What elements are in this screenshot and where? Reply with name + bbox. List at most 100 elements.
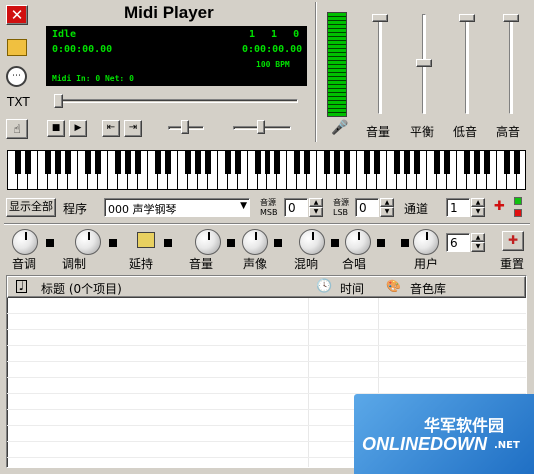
- table-row[interactable]: [7, 298, 526, 314]
- volume-knob[interactable]: [195, 229, 221, 255]
- channel-up-button[interactable]: ▲: [471, 198, 485, 207]
- user-up-button[interactable]: ▲: [471, 233, 485, 242]
- sustain-toggle[interactable]: [164, 239, 172, 247]
- user-value-input[interactable]: 6: [446, 233, 470, 252]
- column-header-bank[interactable]: 音色库: [410, 280, 446, 297]
- black-key[interactable]: [464, 151, 471, 174]
- black-key[interactable]: [24, 151, 31, 174]
- msb-down-button[interactable]: ▼: [309, 207, 323, 217]
- black-key[interactable]: [404, 151, 411, 174]
- txt-label[interactable]: TXT: [7, 95, 30, 109]
- black-key[interactable]: [44, 151, 51, 174]
- black-key[interactable]: [94, 151, 101, 174]
- green-indicator-icon[interactable]: [514, 197, 522, 205]
- user-toggle[interactable]: [401, 239, 409, 247]
- black-key[interactable]: [184, 151, 191, 174]
- black-key[interactable]: [234, 151, 241, 174]
- close-button[interactable]: ✕: [6, 5, 28, 25]
- pitch-knob[interactable]: [12, 229, 38, 255]
- midi-port-icon[interactable]: ⋯: [6, 66, 27, 87]
- user-down-button[interactable]: ▼: [471, 242, 485, 252]
- black-key[interactable]: [194, 151, 201, 174]
- vertical-divider: [315, 2, 317, 142]
- black-key[interactable]: [124, 151, 131, 174]
- bass-slider-thumb[interactable]: [459, 14, 475, 22]
- black-key[interactable]: [364, 151, 371, 174]
- black-key[interactable]: [484, 151, 491, 174]
- black-key[interactable]: [54, 151, 61, 174]
- next-button[interactable]: ⇥: [124, 120, 142, 137]
- user-knob[interactable]: [413, 229, 439, 255]
- lsb-up-button[interactable]: ▲: [380, 198, 394, 207]
- black-key[interactable]: [264, 151, 271, 174]
- table-row[interactable]: [7, 378, 526, 394]
- chevron-down-icon[interactable]: ▼: [240, 201, 247, 211]
- black-key[interactable]: [274, 151, 281, 174]
- black-key[interactable]: [444, 151, 451, 174]
- black-key[interactable]: [514, 151, 520, 174]
- black-key[interactable]: [294, 151, 301, 174]
- pitch-toggle[interactable]: [46, 239, 54, 247]
- black-key[interactable]: [374, 151, 381, 174]
- table-row[interactable]: [7, 346, 526, 362]
- pitch-slider-thumb[interactable]: [257, 120, 265, 134]
- table-row[interactable]: [7, 314, 526, 330]
- black-key[interactable]: [504, 151, 511, 174]
- position-slider-thumb[interactable]: [54, 94, 63, 108]
- black-key[interactable]: [114, 151, 121, 174]
- chorus-knob[interactable]: [345, 229, 371, 255]
- black-key[interactable]: [84, 151, 91, 174]
- balance-slider-thumb[interactable]: [416, 59, 432, 67]
- modulation-knob[interactable]: [75, 229, 101, 255]
- reset-button[interactable]: ✚: [502, 231, 524, 251]
- pan-toggle[interactable]: [274, 239, 282, 247]
- black-key[interactable]: [434, 151, 441, 174]
- pan-knob[interactable]: [242, 229, 268, 255]
- black-key[interactable]: [204, 151, 211, 174]
- microphone-icon[interactable]: 🎤: [331, 120, 348, 136]
- channel-down-button[interactable]: ▼: [471, 207, 485, 217]
- black-key[interactable]: [64, 151, 71, 174]
- black-key[interactable]: [344, 151, 351, 174]
- open-folder-icon[interactable]: [7, 39, 27, 56]
- show-all-button[interactable]: 显示全部: [6, 198, 56, 217]
- chorus-toggle[interactable]: [377, 239, 385, 247]
- black-key[interactable]: [334, 151, 341, 174]
- msb-up-button[interactable]: ▲: [309, 198, 323, 207]
- volume-toggle[interactable]: [227, 239, 235, 247]
- stop-button[interactable]: ■: [47, 120, 65, 137]
- tempo-slider-thumb[interactable]: [181, 120, 189, 134]
- table-row[interactable]: [7, 362, 526, 378]
- black-key[interactable]: [474, 151, 481, 174]
- black-key[interactable]: [394, 151, 401, 174]
- black-key[interactable]: [324, 151, 331, 174]
- play-button[interactable]: ▶: [69, 120, 87, 137]
- black-key[interactable]: [414, 151, 421, 174]
- red-indicator-icon[interactable]: [514, 209, 522, 217]
- black-key[interactable]: [224, 151, 231, 174]
- reverb-knob[interactable]: [299, 229, 325, 255]
- hand-tool-button[interactable]: ☝: [6, 119, 28, 139]
- black-key[interactable]: [154, 151, 161, 174]
- black-key[interactable]: [14, 151, 21, 174]
- lsb-input[interactable]: 0: [355, 198, 379, 217]
- channel-input[interactable]: 1: [446, 198, 470, 217]
- column-header-title[interactable]: 标题 (0个项目): [41, 280, 122, 297]
- piano-keyboard[interactable]: [7, 150, 526, 190]
- reverb-toggle[interactable]: [331, 239, 339, 247]
- modulation-toggle[interactable]: [109, 239, 117, 247]
- treble-slider-thumb[interactable]: [503, 14, 519, 22]
- volume-slider-thumb[interactable]: [372, 14, 388, 22]
- column-header-time[interactable]: 时间: [340, 280, 364, 297]
- black-key[interactable]: [254, 151, 261, 174]
- black-key[interactable]: [134, 151, 141, 174]
- add-icon[interactable]: ✚: [494, 199, 505, 214]
- black-key[interactable]: [164, 151, 171, 174]
- msb-input[interactable]: 0: [284, 198, 308, 217]
- black-key[interactable]: [304, 151, 311, 174]
- prev-button[interactable]: ⇤: [102, 120, 120, 137]
- sustain-icon[interactable]: [137, 232, 155, 248]
- table-row[interactable]: [7, 330, 526, 346]
- lsb-down-button[interactable]: ▼: [380, 207, 394, 217]
- program-select[interactable]: 000 声学钢琴 ▼: [104, 198, 250, 217]
